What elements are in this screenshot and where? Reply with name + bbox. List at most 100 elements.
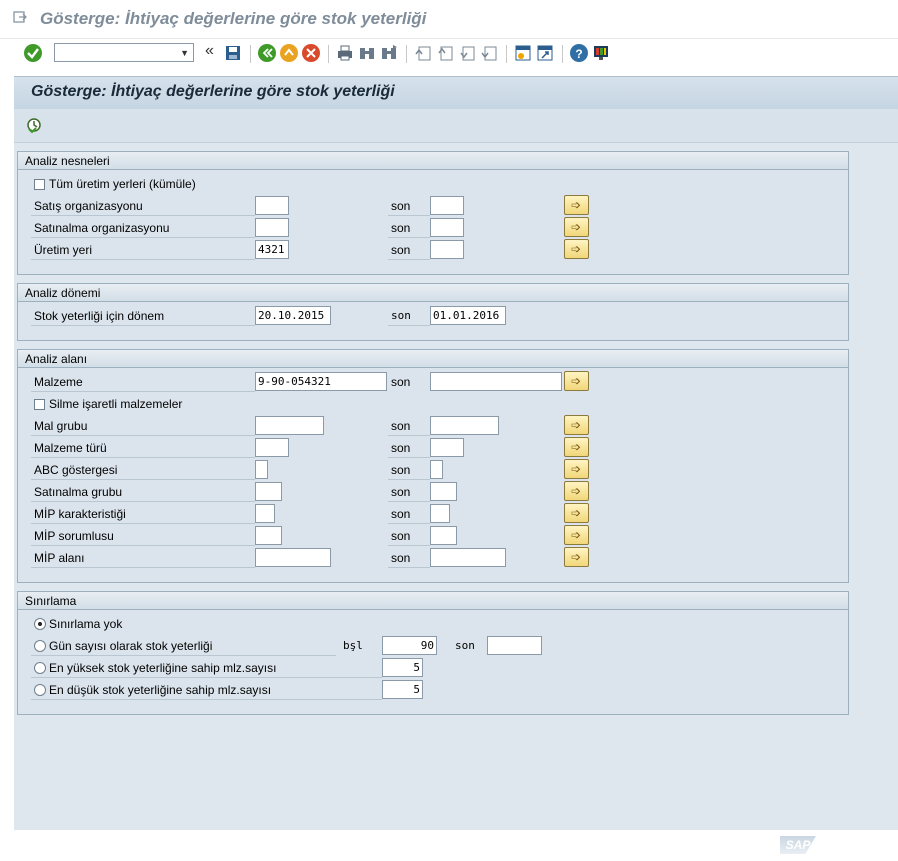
arrow-right-icon: ➩ (571, 374, 582, 388)
toolbar-separator (250, 45, 251, 63)
svg-text:?: ? (575, 47, 582, 61)
field-underline (31, 699, 382, 700)
application-toolbar (14, 109, 898, 143)
multiple-selection-button[interactable]: ➩ (564, 547, 589, 567)
field-underline (388, 325, 430, 326)
material-label: Malzeme (34, 375, 83, 389)
first-page-icon[interactable] (414, 44, 432, 62)
material-group-to-input[interactable] (430, 416, 499, 435)
multiple-selection-button[interactable]: ➩ (564, 195, 589, 215)
find-next-icon[interactable] (380, 44, 398, 62)
chevron-down-icon[interactable]: ▼ (180, 48, 189, 58)
multiple-selection-button[interactable]: ➩ (564, 481, 589, 501)
sales-org-to-input[interactable] (430, 196, 464, 215)
abc-indicator-from-input[interactable] (255, 460, 268, 479)
purchasing-org-to-input[interactable] (430, 218, 464, 237)
multiple-selection-button[interactable]: ➩ (564, 239, 589, 259)
material-from-input[interactable]: 9-90-054321 (255, 372, 387, 391)
mrp-type-to-input[interactable] (430, 504, 450, 523)
highest-supply-radio[interactable] (34, 662, 46, 674)
group-header: Analiz nesneleri (18, 152, 848, 170)
execute-icon[interactable] (26, 117, 42, 134)
material-type-to-input[interactable] (430, 438, 464, 457)
customize-layout-icon[interactable] (592, 44, 610, 62)
lowest-supply-radio[interactable] (34, 684, 46, 696)
plant-from-input[interactable]: 4321 (255, 240, 289, 259)
create-session-icon[interactable] (514, 44, 532, 62)
mrp-controller-from-input[interactable] (255, 526, 282, 545)
material-group-to-label: son (391, 419, 411, 433)
all-plants-checkbox[interactable] (34, 179, 45, 190)
days-supply-from-input[interactable]: 90 (382, 636, 437, 655)
previous-page-icon[interactable] (436, 44, 454, 62)
field-underline (388, 215, 430, 216)
lowest-supply-input[interactable]: 5 (382, 680, 423, 699)
print-icon[interactable] (336, 44, 354, 62)
multiple-selection-button[interactable]: ➩ (564, 503, 589, 523)
multiple-selection-button[interactable]: ➩ (564, 217, 589, 237)
material-group-from-input[interactable] (255, 416, 324, 435)
enter-icon[interactable] (24, 44, 42, 62)
days-supply-to-input[interactable] (487, 636, 542, 655)
mrp-type-from-input[interactable] (255, 504, 275, 523)
purchasing-group-label: Satınalma grubu (34, 485, 123, 499)
command-field[interactable]: ▼ (54, 43, 194, 62)
deletion-flag-checkbox[interactable] (34, 399, 45, 410)
multiple-selection-button[interactable]: ➩ (564, 525, 589, 545)
arrow-right-icon: ➩ (571, 440, 582, 454)
mrp-area-to-label: son (391, 551, 411, 565)
material-group-label: Mal grubu (34, 419, 88, 433)
abc-indicator-to-label: son (391, 463, 411, 477)
material-to-input[interactable] (430, 372, 562, 391)
mrp-area-from-input[interactable] (255, 548, 331, 567)
plant-to-input[interactable] (430, 240, 464, 259)
arrow-right-icon: ➩ (571, 484, 582, 498)
mrp-controller-label: MİP sorumlusu (34, 529, 114, 543)
multiple-selection-button[interactable]: ➩ (564, 459, 589, 479)
multiple-selection-button[interactable]: ➩ (564, 415, 589, 435)
multiple-selection-button[interactable]: ➩ (564, 437, 589, 457)
purchasing-group-from-input[interactable] (255, 482, 282, 501)
mrp-controller-to-input[interactable] (430, 526, 457, 545)
material-type-from-input[interactable] (255, 438, 289, 457)
field-underline (31, 259, 255, 260)
period-to-input[interactable]: 01.01.2016 (430, 306, 506, 325)
no-restriction-radio[interactable] (34, 618, 46, 630)
period-from-input[interactable]: 20.10.2015 (255, 306, 331, 325)
group-header: Sınırlama (18, 592, 848, 610)
toolbar-separator (506, 45, 507, 63)
days-supply-radio[interactable] (34, 640, 46, 652)
purchasing-org-from-input[interactable] (255, 218, 289, 237)
toolbar-separator (328, 45, 329, 63)
group-title: Analiz alanı (25, 352, 88, 366)
exit-icon[interactable] (280, 44, 298, 62)
days-supply-to-label: son (455, 639, 475, 652)
highest-supply-input[interactable]: 5 (382, 658, 423, 677)
cancel-icon[interactable] (302, 44, 320, 62)
arrow-right-icon: ➩ (571, 418, 582, 432)
page-header: Gösterge: İhtiyaç değerlerine göre stok … (14, 76, 898, 109)
find-icon[interactable] (358, 44, 376, 62)
field-underline (31, 237, 255, 238)
field-underline (388, 237, 430, 238)
field-underline (388, 501, 430, 502)
menu-icon[interactable] (13, 11, 27, 23)
next-page-icon[interactable] (458, 44, 476, 62)
field-underline (31, 545, 255, 546)
purchasing-group-to-input[interactable] (430, 482, 457, 501)
back-chevron-icon[interactable]: « (205, 42, 214, 60)
abc-indicator-to-input[interactable] (430, 460, 443, 479)
field-underline (31, 391, 255, 392)
save-icon[interactable] (224, 44, 242, 62)
field-underline (31, 325, 255, 326)
arrow-right-icon: ➩ (571, 550, 582, 564)
mrp-area-to-input[interactable] (430, 548, 506, 567)
help-icon[interactable]: ? (570, 44, 588, 62)
last-page-icon[interactable] (480, 44, 498, 62)
arrow-right-icon: ➩ (571, 198, 582, 212)
back-icon[interactable] (258, 44, 276, 62)
field-underline (388, 259, 430, 260)
sales-org-from-input[interactable] (255, 196, 289, 215)
multiple-selection-button[interactable]: ➩ (564, 371, 589, 391)
shortcut-icon[interactable] (536, 44, 554, 62)
